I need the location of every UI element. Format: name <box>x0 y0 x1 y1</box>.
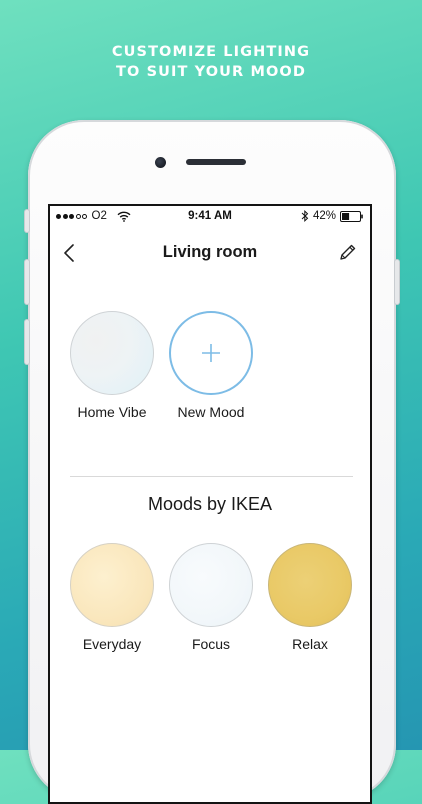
battery-percent: 42% <box>312 210 336 222</box>
new-mood-label: New Mood <box>177 404 245 420</box>
promo-headline-line2: TO SUIT YOUR MOOD <box>116 64 306 80</box>
front-camera <box>155 157 166 168</box>
promo-headline: CUSTOMIZE LIGHTING TO SUIT YOUR MOOD <box>0 42 422 82</box>
mood-focus-label: Focus <box>191 636 231 652</box>
mood-relax-label: Relax <box>292 636 328 652</box>
promo-headline-line1: CUSTOMIZE LIGHTING <box>111 44 311 60</box>
section-divider <box>70 476 353 477</box>
mood-focus-circle[interactable] <box>169 543 253 627</box>
mood-everyday-circle[interactable] <box>70 543 154 627</box>
app-screen: O2 9:41 AM 42% Living room Home Vibe New… <box>48 204 372 804</box>
mood-home-vibe-label: Home Vibe <box>77 404 147 420</box>
navigation-bar: Living room <box>50 234 370 274</box>
pencil-edit-icon[interactable] <box>338 242 358 262</box>
mute-switch <box>25 210 29 232</box>
section-title-moods-by-ikea: Moods by IKEA <box>147 494 273 514</box>
status-bar: O2 9:41 AM 42% <box>50 206 370 228</box>
page-title: Living room <box>162 243 258 261</box>
mood-everyday-label: Everyday <box>82 636 142 652</box>
mood-home-vibe-circle[interactable] <box>70 311 154 395</box>
bluetooth-icon <box>301 210 309 222</box>
battery-icon <box>340 210 363 222</box>
new-mood-button[interactable] <box>169 311 253 395</box>
mood-relax-circle[interactable] <box>268 543 352 627</box>
plus-icon <box>202 344 220 362</box>
status-right: 42% <box>301 210 364 222</box>
volume-up-button <box>25 260 29 304</box>
phone-frame: O2 9:41 AM 42% Living room Home Vibe New… <box>25 120 399 804</box>
volume-down-button <box>25 320 29 364</box>
power-button <box>395 260 399 304</box>
earpiece-speaker <box>186 159 246 165</box>
